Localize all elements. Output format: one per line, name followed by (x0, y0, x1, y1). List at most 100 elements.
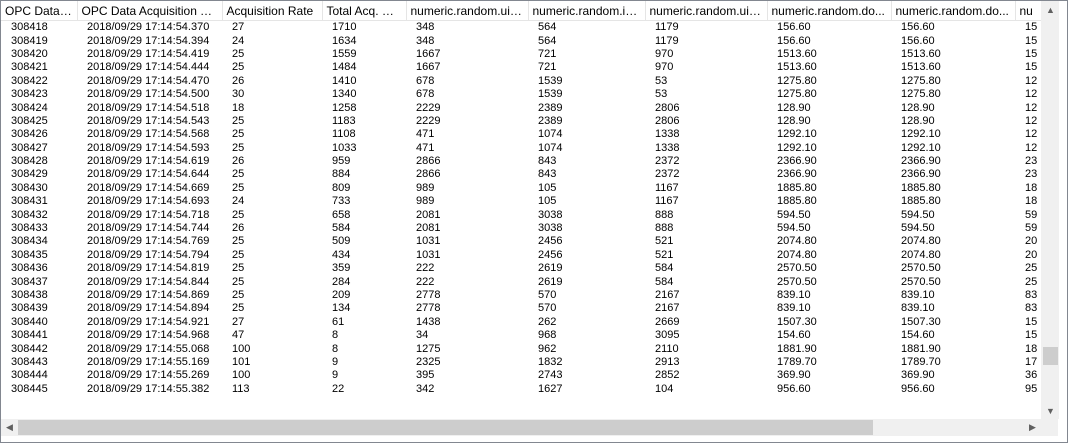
table-cell: 2389 (538, 101, 563, 114)
table-cell: 83 (1025, 289, 1038, 301)
table-cell: 25 (232, 168, 245, 181)
column-header[interactable]: OPC Data Acquisition Ti... (77, 1, 223, 21)
horizontal-scrollbar[interactable]: ◀ ▶ (1, 419, 1041, 436)
table-row[interactable]: 308421 2018/09/29 17:14:54.444 25 1484 1667 7… (1, 61, 1041, 74)
horizontal-scroll-thumb[interactable] (18, 420, 874, 435)
table-cell: 521 (655, 248, 674, 261)
table-row[interactable]: 308426 2018/09/29 17:14:54.568 25 1108 471 10… (1, 128, 1041, 141)
table-cell: 12 (1025, 141, 1038, 154)
table-cell: 15 (1025, 329, 1038, 342)
table-cell: 308423 (11, 88, 48, 101)
table-cell: 1258 (332, 101, 357, 114)
table-row[interactable]: 308437 2018/09/29 17:14:54.844 25 284 222 261… (1, 275, 1041, 288)
table-row[interactable]: 308445 2018/09/29 17:14:55.382 113 22 342 162… (1, 383, 1041, 396)
table-cell: 12 (1025, 88, 1038, 101)
column-header[interactable]: numeric.random.uin... (645, 1, 768, 21)
table-cell: 1167 (655, 195, 679, 208)
table-row[interactable]: 308422 2018/09/29 17:14:54.470 26 1410 678 15… (1, 75, 1041, 88)
table-cell: 2018/09/29 17:14:54.844 (87, 275, 210, 288)
table-cell: 843 (538, 168, 557, 181)
table-row[interactable]: 308439 2018/09/29 17:14:54.894 25 134 2778 57… (1, 302, 1041, 315)
table-cell: 25 (232, 248, 245, 261)
table-cell: 61 (332, 315, 345, 328)
table-cell: 658 (332, 208, 351, 221)
table-row[interactable]: 308432 2018/09/29 17:14:54.718 25 658 2081 30… (1, 208, 1041, 221)
table-row[interactable]: 308424 2018/09/29 17:14:54.518 18 1258 2229 2… (1, 101, 1041, 114)
table-row[interactable]: 308440 2018/09/29 17:14:54.921 27 61 1438 262… (1, 316, 1041, 329)
table-cell: 594.50 (777, 208, 811, 221)
table-cell: 308433 (11, 222, 48, 235)
table-row[interactable]: 308427 2018/09/29 17:14:54.593 25 1033 471 10… (1, 142, 1041, 155)
table-cell: 18 (1025, 342, 1038, 355)
table-cell: 2018/09/29 17:14:54.394 (87, 34, 210, 47)
table-cell: 128.90 (901, 114, 935, 127)
table-cell: 570 (538, 289, 557, 301)
column-header[interactable]: numeric.random.in... (528, 1, 646, 21)
column-header[interactable]: numeric.random.do... (767, 1, 892, 21)
table-cell: 308428 (11, 155, 48, 168)
table-row[interactable]: 308436 2018/09/29 17:14:54.819 25 359 222 261… (1, 262, 1041, 275)
table-cell: 222 (416, 275, 435, 288)
table-row[interactable]: 308425 2018/09/29 17:14:54.543 25 1183 2229 2… (1, 115, 1041, 128)
vertical-scrollbar[interactable]: ▲ ▼ (1041, 1, 1059, 419)
table-cell: 2018/09/29 17:14:54.894 (87, 302, 210, 315)
chevron-up-icon[interactable]: ▲ (1042, 1, 1059, 18)
column-header[interactable]: numeric.random.do... (891, 1, 1016, 21)
chevron-down-icon[interactable]: ▼ (1042, 402, 1059, 419)
table-row[interactable]: 308443 2018/09/29 17:14:55.169 101 9 2325 183… (1, 356, 1041, 369)
table-row[interactable]: 308420 2018/09/29 17:14:54.419 25 1559 1667 7… (1, 48, 1041, 61)
table-cell: 1292.10 (777, 141, 817, 154)
table-row[interactable]: 308444 2018/09/29 17:14:55.269 100 9 395 2743… (1, 369, 1041, 382)
table-cell: 888 (655, 208, 674, 221)
table-cell: 839.10 (777, 289, 811, 301)
table-cell: 308437 (11, 275, 48, 288)
table-cell: 104 (655, 382, 674, 395)
table-cell: 18 (232, 101, 245, 114)
table-cell: 1507.30 (777, 315, 817, 328)
table-row[interactable]: 308418 2018/09/29 17:14:54.370 27 1710 348 56… (1, 21, 1041, 35)
table-cell: 308444 (11, 369, 48, 382)
table-cell: 128.90 (901, 101, 935, 114)
table-row[interactable]: 308434 2018/09/29 17:14:54.769 25 509 1031 24… (1, 235, 1041, 248)
table-row[interactable]: 308438 2018/09/29 17:14:54.869 25 209 2778 57… (1, 289, 1041, 302)
table-row[interactable]: 308433 2018/09/29 17:14:54.744 26 584 2081 30… (1, 222, 1041, 235)
column-header[interactable]: Total Acq. Gap (322, 1, 407, 21)
table-row[interactable]: 308442 2018/09/29 17:14:55.068 100 8 1275 962… (1, 342, 1041, 355)
table-row[interactable]: 308441 2018/09/29 17:14:54.968 47 8 34 968 309… (1, 329, 1041, 342)
table-cell: 3038 (538, 208, 563, 221)
table-row[interactable]: 308435 2018/09/29 17:14:54.794 25 434 1031 24… (1, 249, 1041, 262)
column-header[interactable]: Acquisition Rate (222, 1, 323, 21)
table-cell: 308418 (11, 21, 48, 34)
table-row[interactable]: 308428 2018/09/29 17:14:54.619 26 959 2866 84… (1, 155, 1041, 168)
table-cell: 434 (332, 248, 351, 261)
table-cell: 1885.80 (901, 195, 941, 208)
table-cell: 509 (332, 235, 351, 248)
table-cell: 369.90 (777, 369, 811, 382)
table-cell: 308434 (11, 235, 48, 248)
column-header[interactable]: nu (1015, 1, 1041, 21)
table-row[interactable]: 308430 2018/09/29 17:14:54.669 25 809 989 105… (1, 182, 1041, 195)
column-header[interactable]: OPC Data Id (1, 1, 78, 21)
table-cell: 8 (332, 342, 339, 355)
table-row[interactable]: 308419 2018/09/29 17:14:54.394 24 1634 348 56… (1, 34, 1041, 47)
chevron-left-icon[interactable]: ◀ (1, 419, 18, 436)
vertical-scroll-thumb[interactable] (1043, 347, 1058, 366)
table-cell: 843 (538, 155, 557, 168)
chevron-right-icon[interactable]: ▶ (1024, 419, 1041, 436)
data-grid: OPC Data Id OPC Data Acquisition Ti... Acq… (1, 1, 1041, 396)
column-header[interactable]: numeric.random.uin... (406, 1, 529, 21)
table-cell: 2018/09/29 17:14:54.644 (87, 168, 210, 181)
table-cell: 1275.80 (901, 88, 941, 101)
column-header-row: OPC Data Id OPC Data Acquisition Ti... Acq… (1, 1, 1041, 21)
table-cell: 1634 (332, 34, 357, 47)
table-cell: 100 (232, 369, 251, 382)
table-row[interactable]: 308429 2018/09/29 17:14:54.644 25 884 2866 84… (1, 168, 1041, 181)
table-cell: 348 (416, 21, 435, 34)
table-cell: 2018/09/29 17:14:54.869 (87, 289, 210, 301)
table-cell: 1275.80 (901, 74, 941, 87)
table-cell: 1667 (416, 47, 441, 60)
table-row[interactable]: 308423 2018/09/29 17:14:54.500 30 1340 678 15… (1, 88, 1041, 101)
table-cell: 53 (655, 74, 668, 87)
table-cell: 2018/09/29 17:14:54.568 (87, 128, 210, 141)
table-row[interactable]: 308431 2018/09/29 17:14:54.693 24 733 989 105… (1, 195, 1041, 208)
